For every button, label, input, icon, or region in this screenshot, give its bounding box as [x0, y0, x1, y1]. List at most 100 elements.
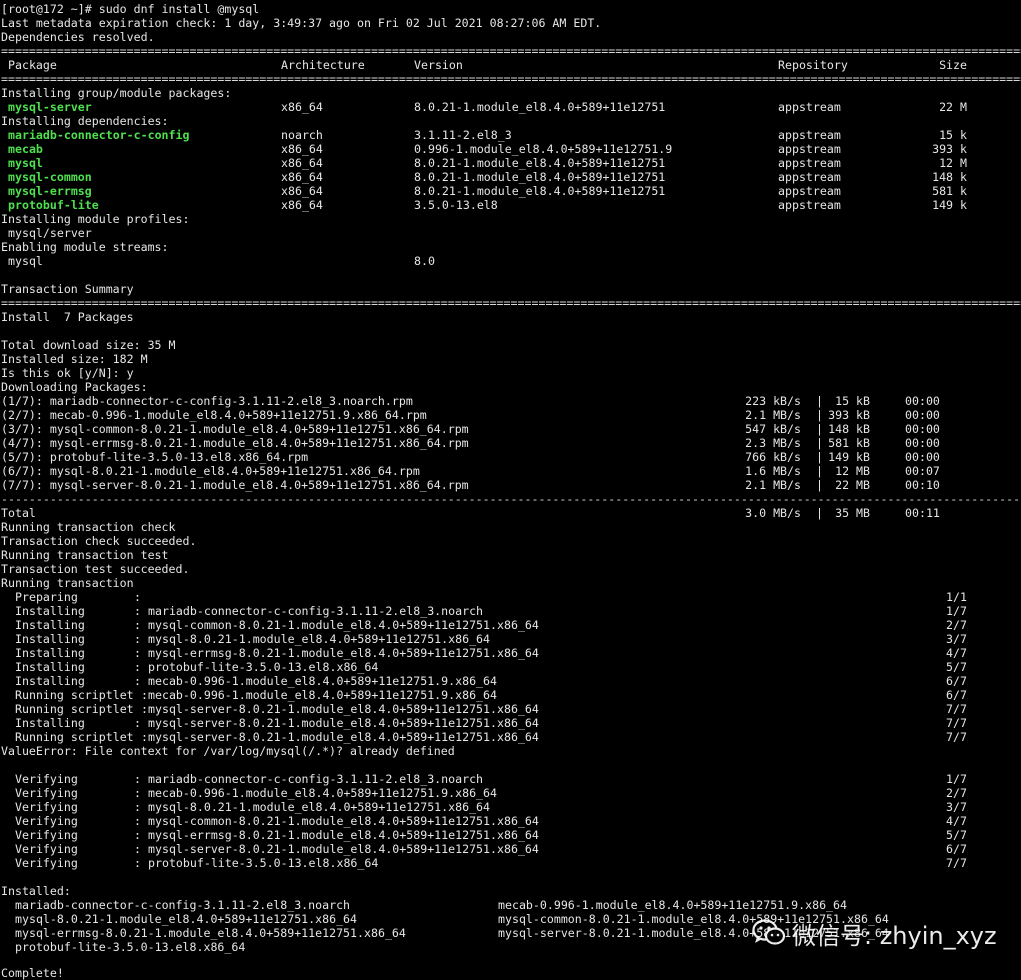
separator-text: ========================================… [1, 72, 1021, 86]
package-arch: x86_64 [281, 142, 323, 156]
package-repo: appstream [778, 198, 841, 212]
metadata-line: Last metadata expiration check: 1 day, 3… [1, 16, 1021, 30]
verify-package: mysql-server-8.0.21-1.module_el8.4.0+589… [148, 842, 539, 856]
download-size-line: Total download size: 35 M [1, 338, 1021, 352]
profile-name: mysql/server [8, 226, 92, 240]
package-version: 8.0.21-1.module_el8.4.0+589+11e12751 [414, 100, 666, 114]
package-name: mysql-errmsg [8, 184, 92, 198]
separator-text: ========================================… [1, 296, 1021, 310]
verify-count: 4/7 [946, 814, 967, 828]
step-action: Running scriptlet [15, 688, 134, 702]
download-size: 149 kB [828, 450, 870, 464]
verify-action: Verifying [15, 842, 78, 856]
download-file: (1/7): mariadb-connector-c-config-3.1.11… [1, 394, 413, 408]
step-package: protobuf-lite-3.5.0-13.el8.x86_64 [148, 660, 379, 674]
package-size: 149 k [932, 198, 967, 212]
download-row: (5/7): protobuf-lite-3.5.0-13.el8.x86_64… [1, 450, 1021, 464]
step-row: Installing : mysql-common-8.0.21-1.modul… [15, 618, 967, 632]
verify-action: Verifying [15, 856, 78, 870]
installed-package: protobuf-lite-3.5.0-13.el8.x86_64 [15, 940, 246, 954]
step-package: mysql-server-8.0.21-1.module_el8.4.0+589… [148, 702, 539, 716]
download-rate: 2.1 MB/s [745, 478, 801, 492]
package-size: 15 k [939, 128, 967, 142]
header-architecture: Architecture [281, 58, 365, 72]
table-row: mysql x86_64 8.0.21-1.module_el8.4.0+589… [1, 156, 1021, 170]
profile-line: mysql/server [1, 226, 1021, 240]
stream-name: mysql [8, 254, 43, 268]
separator-double: ========================================… [1, 44, 1021, 58]
verify-row: Verifying : protobuf-lite-3.5.0-13.el8.x… [15, 856, 967, 870]
package-name: mecab [8, 142, 43, 156]
download-size: 581 kB [828, 436, 870, 450]
step-count: 7/7 [946, 702, 967, 716]
total-row: Total 3.0 MB/s | 35 MB 00:11 [1, 506, 1021, 520]
deps-label-line: Installing dependencies: [1, 114, 1021, 128]
step-action: Running scriptlet [15, 702, 134, 716]
download-row: (6/7): mysql-8.0.21-1.module_el8.4.0+589… [1, 464, 1021, 478]
download-time: 00:07 [905, 464, 940, 478]
confirm-prompt-line: Is this ok [y/N]: y [1, 366, 1021, 380]
package-size: 393 k [932, 142, 967, 156]
step-row: Running scriptlet : mysql-server-8.0.21-… [15, 730, 967, 744]
transaction-line: Running transaction [1, 576, 1021, 590]
terminal-window[interactable]: [root@172 ~]# sudo dnf install @mysql La… [0, 0, 1021, 980]
download-file: (2/7): mecab-0.996-1.module_el8.4.0+589+… [1, 408, 427, 422]
step-row: Installing : mysql-errmsg-8.0.21-1.modul… [15, 646, 967, 660]
verify-row: Verifying : mariadb-connector-c-config-3… [15, 772, 967, 786]
verify-package: mecab-0.996-1.module_el8.4.0+589+11e1275… [148, 786, 498, 800]
step-row: Installing : mysql-8.0.21-1.module_el8.4… [15, 632, 967, 646]
step-count: 7/7 [946, 730, 967, 744]
download-row: (2/7): mecab-0.996-1.module_el8.4.0+589+… [1, 408, 1021, 422]
step-package: mysql-errmsg-8.0.21-1.module_el8.4.0+589… [148, 646, 539, 660]
table-header-row: Package Architecture Version Repository … [1, 58, 1021, 72]
installed-package: mysql-8.0.21-1.module_el8.4.0+589+11e127… [15, 912, 358, 926]
installed-size: Installed size: 182 M [1, 352, 148, 366]
group-label: Installing group/module packages: [1, 86, 232, 100]
transaction-text: Running transaction test [1, 548, 169, 562]
command-line: [root@172 ~]# sudo dnf install @mysql [1, 2, 1021, 16]
package-arch: x86_64 [281, 100, 323, 114]
download-size: 15 kB [835, 394, 870, 408]
transaction-line: Transaction check succeeded. [1, 534, 1021, 548]
step-count: 6/7 [946, 688, 967, 702]
verify-count: 7/7 [946, 856, 967, 870]
installed-size-line: Installed size: 182 M [1, 352, 1021, 366]
download-file: (7/7): mysql-server-8.0.21-1.module_el8.… [1, 478, 469, 492]
installed-package: mecab-0.996-1.module_el8.4.0+589+11e1275… [498, 898, 848, 912]
installed-label: Installed: [1, 884, 71, 898]
deps-resolved-text: Dependencies resolved. [1, 30, 155, 44]
step-package: mariadb-connector-c-config-3.1.11-2.el8_… [148, 604, 484, 618]
complete-message: Complete! [1, 966, 64, 980]
download-time: 00:00 [905, 394, 940, 408]
download-time: 00:00 [905, 422, 940, 436]
transaction-line: Transaction test succeeded. [1, 562, 1021, 576]
separator-text: ----------------------------------------… [1, 492, 1021, 506]
table-row: mysql-server x86_64 8.0.21-1.module_el8.… [1, 100, 1021, 114]
installed-package: mysql-errmsg-8.0.21-1.module_el8.4.0+589… [15, 926, 406, 940]
complete-line: Complete! [1, 966, 1021, 980]
downloading-label: Downloading Packages: [1, 380, 148, 394]
step-package: mysql-server-8.0.21-1.module_el8.4.0+589… [148, 716, 539, 730]
verify-package: mysql-common-8.0.21-1.module_el8.4.0+589… [148, 814, 539, 828]
installed-package: mariadb-connector-c-config-3.1.11-2.el8_… [15, 898, 351, 912]
step-package: mecab-0.996-1.module_el8.4.0+589+11e1275… [148, 674, 498, 688]
step-action: Installing [15, 646, 85, 660]
header-package: Package [8, 58, 57, 72]
download-rate: 2.3 MB/s [745, 436, 801, 450]
profiles-label-line: Installing module profiles: [1, 212, 1021, 226]
installed-row: mariadb-connector-c-config-3.1.11-2.el8_… [1, 898, 1021, 912]
step-row: Installing : mariadb-connector-c-config-… [15, 604, 967, 618]
verify-count: 5/7 [946, 828, 967, 842]
transaction-text: Transaction check succeeded. [1, 534, 197, 548]
verify-action: Verifying [15, 772, 78, 786]
error-message: ValueError: File context for /var/log/my… [1, 744, 455, 758]
total-rate: 3.0 MB/s [745, 506, 801, 520]
step-package: mysql-server-8.0.21-1.module_el8.4.0+589… [148, 730, 539, 744]
step-count: 6/7 [946, 674, 967, 688]
download-file: (3/7): mysql-common-8.0.21-1.module_el8.… [1, 422, 469, 436]
verify-count: 1/7 [946, 772, 967, 786]
download-rate: 547 kB/s [745, 422, 801, 436]
package-size: 581 k [932, 184, 967, 198]
metadata-expiration-text: Last metadata expiration check: 1 day, 3… [1, 16, 602, 30]
verify-package: mariadb-connector-c-config-3.1.11-2.el8_… [148, 772, 484, 786]
